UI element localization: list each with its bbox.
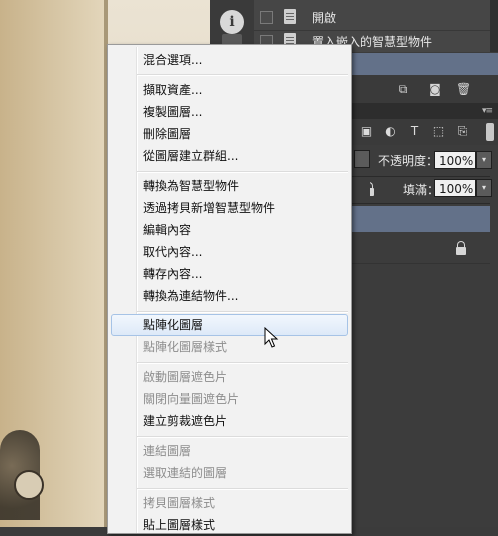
menu-item-delete-layer[interactable]: 刪除圖層 (143, 123, 191, 145)
menu-item-group-from-layers[interactable]: 從圖層建立群組... (143, 145, 238, 167)
menu-separator (137, 488, 348, 490)
menu-item-paste-layer-style[interactable]: 貼上圖層樣式 (143, 514, 215, 536)
menu-separator (137, 436, 348, 438)
history-item-label: 開啟 (312, 11, 337, 25)
menu-item-extract-assets[interactable]: 擷取資產... (143, 79, 202, 101)
lock-controls (354, 178, 370, 196)
opacity-dropdown-button[interactable]: ▾ (476, 151, 492, 169)
history-checkbox[interactable] (260, 11, 273, 24)
camera-icon[interactable]: ◙ (428, 83, 442, 95)
menu-item-rasterize-layer[interactable]: 點陣化圖層 (143, 314, 203, 336)
menu-item-replace-contents[interactable]: 取代內容... (143, 241, 202, 263)
menu-item-duplicate-layer[interactable]: 複製圖層... (143, 101, 202, 123)
menu-separator (137, 311, 348, 313)
smart-object-filter-icon[interactable]: ⎘ (456, 125, 469, 138)
menu-separator (137, 171, 348, 173)
menu-item-copy-layer-style: 拷貝圖層樣式 (143, 496, 216, 510)
document-icon (284, 9, 296, 24)
menu-item-enable-layer-mask: 啟動圖層遮色片 (143, 370, 228, 384)
menu-item-new-smart-object-via-copy[interactable]: 透過拷貝新增智慧型物件 (143, 197, 275, 219)
menu-item-rasterize-layer-style: 點陣化圖層樣式 (143, 340, 228, 354)
menu-separator (137, 74, 348, 76)
type-filter-icon[interactable]: T (408, 125, 421, 138)
panel-menu-icon[interactable]: ▾≡ (482, 106, 493, 116)
image-filter-icon[interactable]: ▣ (360, 125, 373, 138)
new-document-from-state-icon[interactable]: ⧉ (396, 83, 410, 95)
history-item[interactable]: 開啟 (254, 4, 490, 31)
layer-context-menu: 混合選項... 擷取資產... 複製圖層... 刪除圖層 從圖層建立群組... … (107, 44, 352, 534)
menu-item-convert-to-smart-object[interactable]: 轉換為智慧型物件 (143, 175, 239, 197)
menu-item-disable-vector-mask: 關閉向量圖遮色片 (143, 392, 240, 406)
menu-item-edit-contents[interactable]: 編輯內容 (143, 219, 191, 241)
menu-item-convert-to-linked[interactable]: 轉換為連結物件... (143, 285, 238, 307)
opacity-label: 不透明度： (378, 154, 439, 168)
opacity-field[interactable]: 100% (434, 151, 476, 169)
shape-filter-icon[interactable]: ⬚ (432, 125, 445, 138)
history-scrollbar[interactable] (490, 0, 498, 52)
filter-toggle[interactable] (486, 123, 494, 141)
trash-icon[interactable]: 🗑 (456, 83, 471, 95)
adjustment-filter-icon[interactable]: ◐ (384, 125, 397, 138)
menu-item-select-linked-layers: 選取連結的圖層 (143, 466, 228, 480)
info-icon[interactable]: i (220, 10, 244, 34)
fill-dropdown-button[interactable]: ▾ (476, 179, 492, 197)
menu-item-link-layers: 連結圖層 (143, 444, 192, 458)
canvas-lamp-detail (14, 470, 44, 500)
menu-item-blending-options[interactable]: 混合選項... (143, 49, 202, 71)
mouse-cursor-icon (264, 327, 279, 348)
menu-separator (137, 362, 348, 364)
menu-gutter (136, 47, 138, 533)
menu-item-create-clipping-mask[interactable]: 建立剪裁遮色片 (143, 410, 227, 432)
menu-item-export-contents[interactable]: 轉存內容... (143, 263, 202, 285)
fill-field[interactable]: 100% (434, 179, 476, 197)
background-lock-icon (456, 241, 466, 255)
